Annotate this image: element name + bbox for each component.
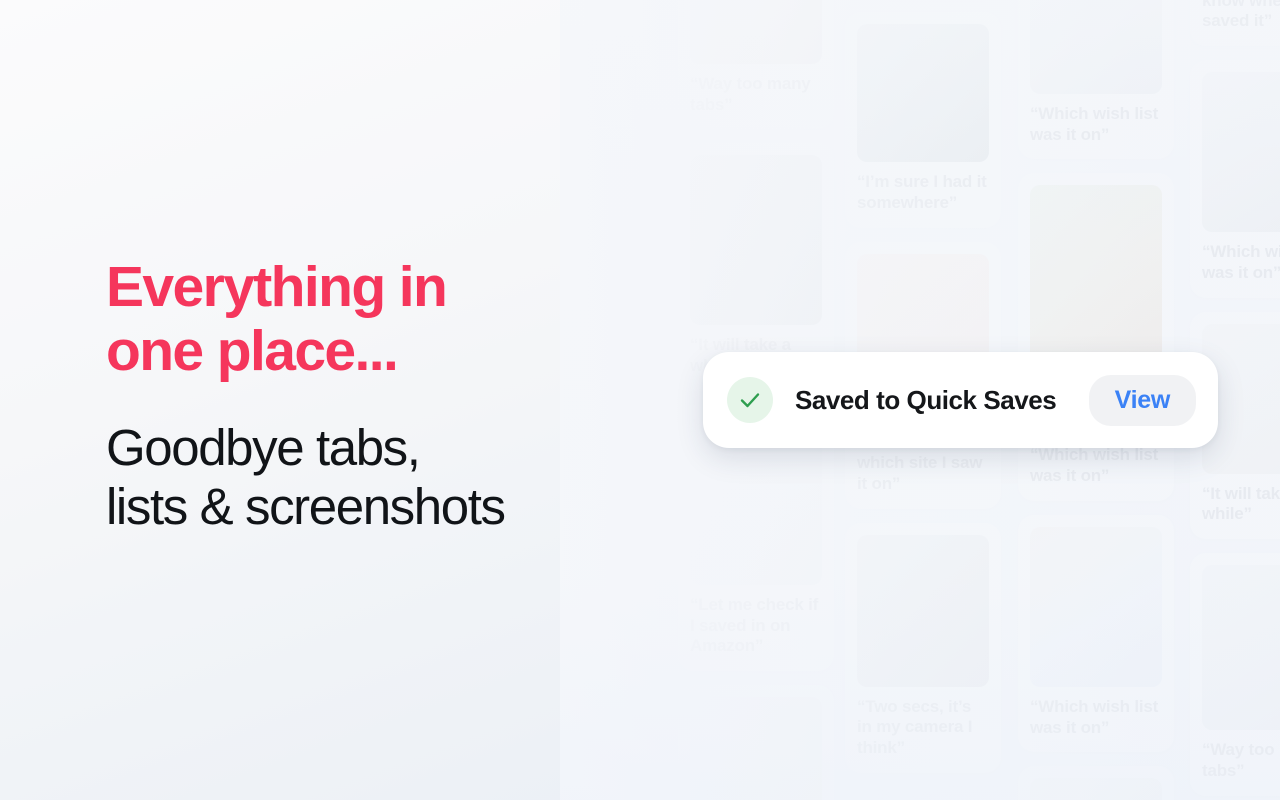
pin-thumbnail — [1030, 526, 1162, 687]
pin-caption: “Which wish list was it on” — [1202, 242, 1280, 282]
pin-caption: “Which wish list was it on” — [1030, 445, 1159, 486]
pin-caption: “I’m sure I had it somewhere” — [857, 172, 987, 212]
pin-thumbnail — [1030, 0, 1162, 94]
pin-thumbnail — [690, 0, 822, 64]
pin-card[interactable]: “Which wish list was it on” — [678, 685, 834, 800]
pin-card[interactable]: “Which wish list was it on” — [1018, 0, 1174, 160]
view-button[interactable]: View — [1088, 374, 1196, 426]
pin-card[interactable]: “Two secs, it’s in my camera I think” — [845, 522, 1001, 773]
pin-caption: “Which wish list was it on” — [1030, 696, 1159, 737]
pin-thumbnail — [857, 534, 989, 687]
pin-caption: “Sorry, I don’t know where I saved it” — [1202, 0, 1280, 31]
headline-line-2: one place... — [106, 319, 399, 384]
pin-thumbnail — [690, 155, 822, 326]
pin-caption: “Way too many tabs” — [1202, 740, 1280, 780]
pin-card[interactable]: “Sorry, I don’t know where I saved it” — [1190, 0, 1280, 47]
pin-card[interactable]: “Way too many tabs” — [1190, 553, 1280, 796]
pin-thumbnail — [690, 697, 822, 800]
page-headline: Everything in one place... — [106, 255, 626, 384]
saved-toast: Saved to Quick Saves View — [703, 352, 1218, 448]
pin-thumbnail — [857, 24, 989, 163]
pin-caption: “Way too many tabs” — [690, 74, 811, 114]
toast-message: Saved to Quick Saves — [795, 384, 1057, 415]
pin-caption: “Two secs, it’s in my camera I think” — [857, 696, 973, 758]
pin-card[interactable]: “Which wish list was it on” — [1018, 173, 1174, 501]
pin-thumbnail — [1030, 778, 1162, 800]
pin-thumbnail — [1202, 72, 1280, 233]
pin-caption: “Let me check if I saved in on Amazon” — [690, 594, 819, 656]
check-circle-icon — [727, 377, 773, 423]
page-subheadline: Goodbye tabs, lists & screenshots — [106, 418, 626, 536]
pin-thumbnail — [1202, 565, 1280, 731]
subhead-line-2: lists & screenshots — [106, 477, 506, 535]
pin-card[interactable]: “Which wish list was it on” — [1190, 60, 1280, 298]
headline-line-1: Everything in — [106, 255, 448, 319]
pin-caption: “Which wish list was it on” — [1030, 104, 1159, 144]
pin-card[interactable]: “I’m sure I had it somewhere” — [845, 12, 1001, 228]
pin-caption: “It will take a while” — [1202, 483, 1280, 524]
subhead-line-1: Goodbye tabs, — [106, 418, 421, 476]
pin-card[interactable]: “Way too many tabs” — [678, 0, 834, 130]
hero-copy: Everything in one place... Goodbye tabs,… — [106, 255, 626, 536]
pin-card[interactable]: “Two secs, it’s in my camera” — [1018, 766, 1174, 800]
pin-card[interactable]: “Which wish list was it on” — [1018, 514, 1174, 753]
